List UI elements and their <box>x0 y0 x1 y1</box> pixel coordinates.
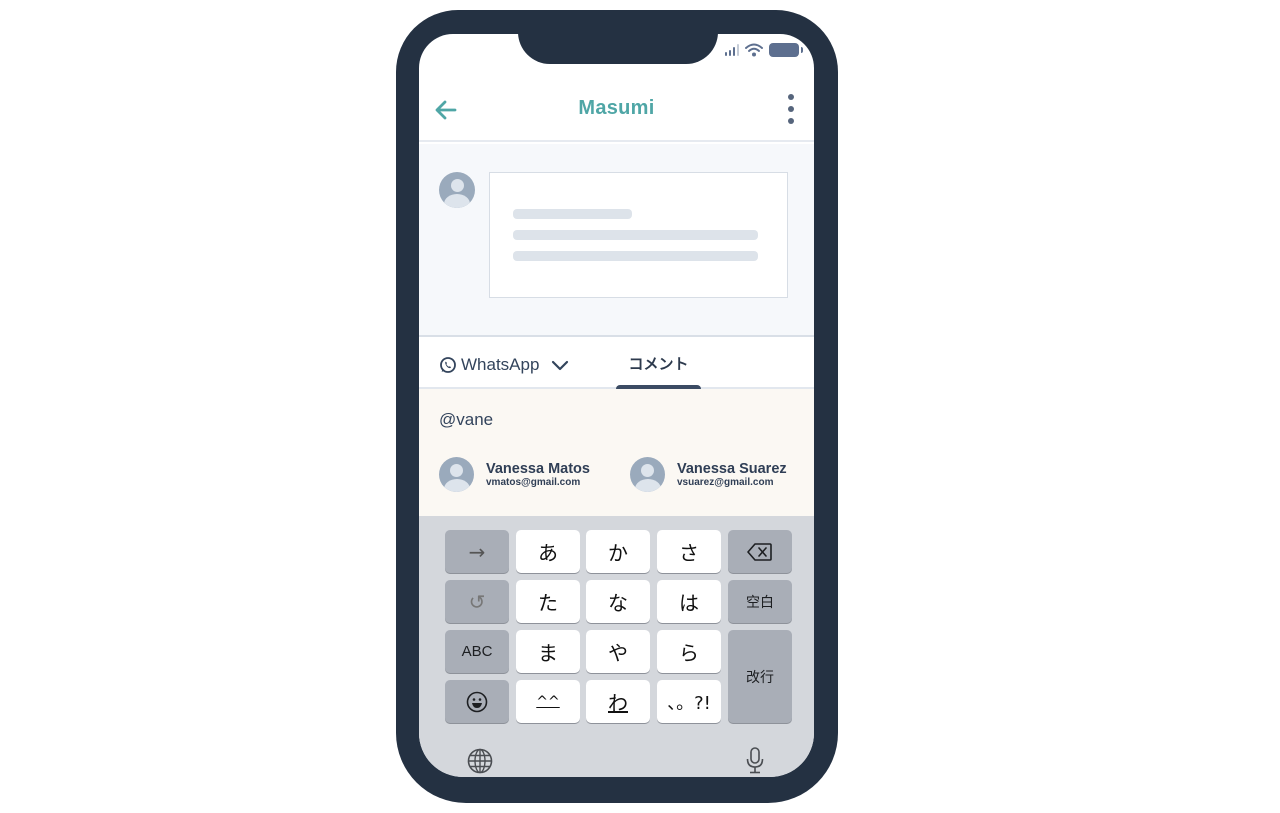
battery-icon <box>769 43 803 57</box>
cellular-signal-icon <box>724 44 739 56</box>
skeleton-line <box>513 230 758 240</box>
japanese-keyboard: → あ か さ ↺ た な は 空白 ABC ま や ら 改行 ^^ わ 、。?… <box>419 516 814 777</box>
key-ha[interactable]: は <box>657 580 721 623</box>
suggestion-email: vsuarez@gmail.com <box>677 476 774 488</box>
avatar <box>630 457 665 492</box>
wifi-icon <box>745 43 763 57</box>
message-card-placeholder <box>489 172 788 298</box>
key-undo[interactable]: ↺ <box>445 580 509 623</box>
key-kaomoji[interactable]: ^^ <box>516 680 580 723</box>
microphone-icon <box>746 747 764 774</box>
globe-icon <box>467 748 493 774</box>
suggestion-name: Vanessa Suarez <box>677 460 787 477</box>
key-wa[interactable]: わ <box>586 680 650 723</box>
backspace-icon <box>747 542 772 561</box>
more-options-button[interactable] <box>786 94 796 124</box>
phone-frame: Masumi WhatsApp コメント @vane Vanessa Matos… <box>396 10 838 803</box>
key-emoji[interactable] <box>445 680 509 723</box>
key-next-arrow[interactable]: → <box>445 530 509 573</box>
arrow-left-icon <box>435 100 457 120</box>
channel-selector[interactable]: WhatsApp <box>439 355 573 375</box>
key-abc[interactable]: ABC <box>445 630 509 673</box>
key-ka[interactable]: か <box>586 530 650 573</box>
composer-tabs: WhatsApp コメント <box>419 337 814 391</box>
key-ta[interactable]: た <box>516 580 580 623</box>
status-bar <box>724 43 803 57</box>
skeleton-line <box>513 209 632 219</box>
channel-label: WhatsApp <box>461 355 540 374</box>
mention-suggestion[interactable]: Vanessa Suarez vsuarez@gmail.com <box>630 457 787 492</box>
notch <box>518 34 718 64</box>
more-vertical-icon <box>788 94 794 100</box>
key-backspace[interactable] <box>728 530 792 573</box>
key-sa[interactable]: さ <box>657 530 721 573</box>
back-button[interactable] <box>433 96 461 124</box>
comment-input[interactable]: @vane <box>439 410 493 430</box>
tab-comment[interactable]: コメント <box>616 337 701 391</box>
app-header: Masumi <box>419 76 814 142</box>
whatsapp-icon <box>440 357 456 373</box>
key-ra[interactable]: ら <box>657 630 721 673</box>
emoji-icon <box>466 691 488 712</box>
key-ya[interactable]: や <box>586 630 650 673</box>
mention-suggestion[interactable]: Vanessa Matos vmatos@gmail.com <box>439 457 590 492</box>
tab-comment-label: コメント <box>628 356 689 373</box>
key-return[interactable]: 改行 <box>728 630 792 723</box>
globe-button[interactable] <box>467 748 493 777</box>
phone-screen: Masumi WhatsApp コメント @vane Vanessa Matos… <box>419 34 814 777</box>
key-punctuation[interactable]: 、。?! <box>657 680 721 723</box>
chevron-down-icon <box>552 360 569 371</box>
key-a[interactable]: あ <box>516 530 580 573</box>
key-space[interactable]: 空白 <box>728 580 792 623</box>
suggestion-email: vmatos@gmail.com <box>486 476 581 488</box>
skeleton-line <box>513 251 758 261</box>
suggestion-name: Vanessa Matos <box>486 460 590 477</box>
conversation-feed <box>419 144 814 337</box>
key-ma[interactable]: ま <box>516 630 580 673</box>
avatar <box>439 457 474 492</box>
key-na[interactable]: な <box>586 580 650 623</box>
comment-composer[interactable]: @vane Vanessa Matos vmatos@gmail.com Van <box>419 389 814 516</box>
avatar <box>439 172 475 208</box>
page-title: Masumi <box>578 96 655 119</box>
microphone-button[interactable] <box>745 746 765 777</box>
